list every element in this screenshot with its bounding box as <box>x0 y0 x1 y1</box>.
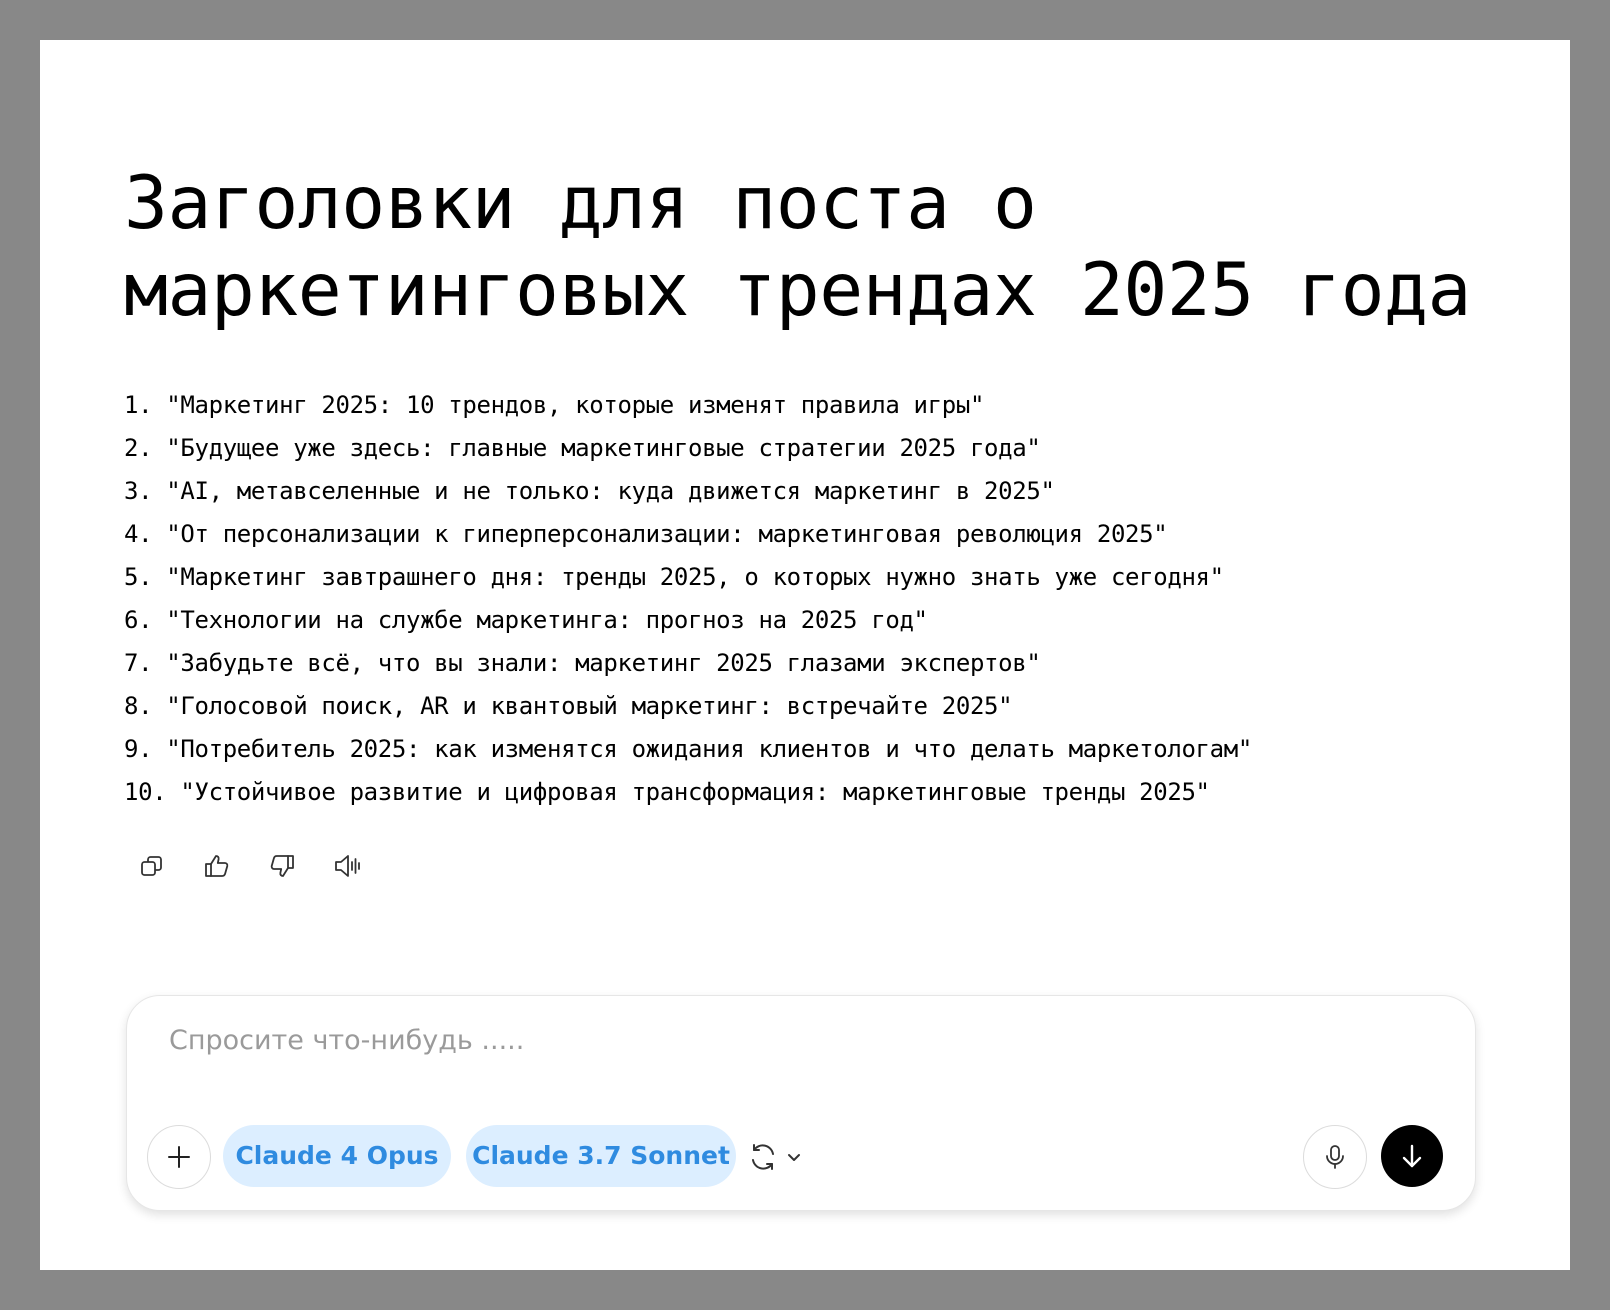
list-item: 3. "AI, метавселенные и не только: куда … <box>124 477 1055 505</box>
speaker-icon <box>335 855 360 877</box>
refresh-icon <box>752 1144 774 1170</box>
message-actions <box>132 846 367 886</box>
copy-icon <box>141 856 162 876</box>
microphone-icon <box>1326 1145 1344 1169</box>
thumbs-down-icon <box>270 855 294 877</box>
list-item: 4. "От персонализации к гиперперсонализа… <box>124 520 1168 548</box>
list-item: 10. "Устойчивое развитие и цифровая тран… <box>124 778 1210 806</box>
dislike-button[interactable] <box>262 846 302 886</box>
chat-page: Заголовки для поста о маркетинговых трен… <box>40 40 1570 1270</box>
headline-list: 1. "Маркетинг 2025: 10 трендов, которые … <box>124 384 1252 814</box>
model-switch-button[interactable] <box>747 1137 817 1177</box>
list-item: 2. "Будущее уже здесь: главные маркетинг… <box>124 434 1041 462</box>
voice-input-button[interactable] <box>1303 1125 1367 1189</box>
like-button[interactable] <box>197 846 237 886</box>
copy-button[interactable] <box>132 846 172 886</box>
message-composer: Claude 4 Opus Claude 3.7 Sonnet <box>126 995 1476 1211</box>
response-title: Заголовки для поста о маркетинговых трен… <box>124 161 1471 333</box>
chevron-down-icon <box>788 1154 800 1161</box>
model-chip-opus[interactable]: Claude 4 Opus <box>223 1125 451 1187</box>
model-chip-sonnet[interactable]: Claude 3.7 Sonnet <box>466 1125 736 1187</box>
thumbs-up-icon <box>205 855 229 877</box>
plus-icon <box>168 1146 190 1168</box>
list-item: 8. "Голосовой поиск, AR и квантовый марк… <box>124 692 1013 720</box>
list-item: 6. "Технологии на службе маркетинга: про… <box>124 606 928 634</box>
list-item: 9. "Потребитель 2025: как изменятся ожид… <box>124 735 1252 763</box>
send-button[interactable] <box>1381 1125 1443 1187</box>
add-attachment-button[interactable] <box>147 1125 211 1189</box>
arrow-down-icon <box>1402 1144 1422 1168</box>
list-item: 1. "Маркетинг 2025: 10 трендов, которые … <box>124 391 985 419</box>
list-item: 5. "Маркетинг завтрашнего дня: тренды 20… <box>124 563 1224 591</box>
list-item: 7. "Забудьте всё, что вы знали: маркетин… <box>124 649 1041 677</box>
read-aloud-button[interactable] <box>327 846 367 886</box>
message-input[interactable] <box>169 1018 1369 1062</box>
